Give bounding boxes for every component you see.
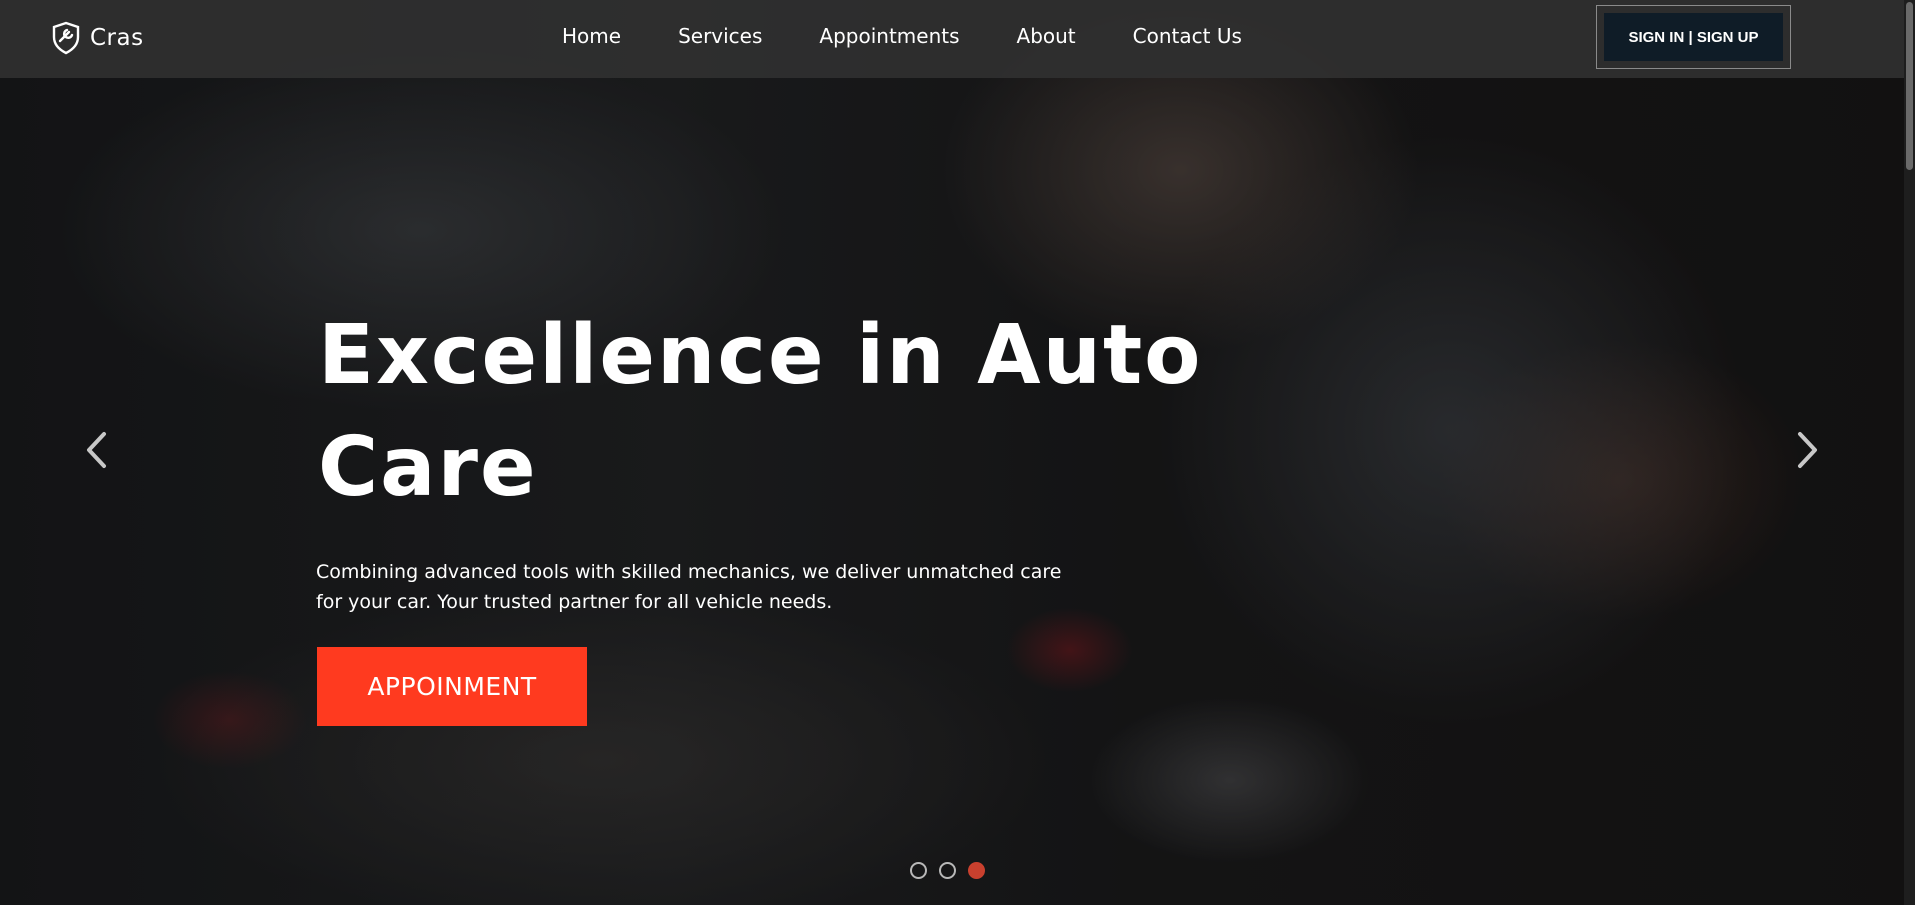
main-nav: Home Services Appointments About Contact… <box>562 24 1299 48</box>
chevron-right-icon <box>1798 432 1817 468</box>
top-navbar: Cras Home Services Appointments About Co… <box>0 0 1904 78</box>
nav-link-home[interactable]: Home <box>562 24 621 48</box>
nav-link-appointments[interactable]: Appointments <box>819 24 959 48</box>
page-scrollbar[interactable] <box>1904 0 1915 905</box>
brand-name: Cras <box>90 25 144 51</box>
nav-link-services[interactable]: Services <box>678 24 762 48</box>
carousel-dot-3[interactable] <box>968 862 985 879</box>
carousel-dot-2[interactable] <box>939 862 956 879</box>
carousel-dot-1[interactable] <box>910 862 927 879</box>
carousel-next-button[interactable] <box>1788 425 1828 475</box>
hero-headline: Excellence in Auto Care <box>318 308 1203 515</box>
carousel-prev-button[interactable] <box>76 425 116 475</box>
nav-link-contact[interactable]: Contact Us <box>1133 24 1242 48</box>
chevron-left-icon <box>87 432 106 468</box>
brand-logo[interactable]: Cras <box>50 20 144 56</box>
shield-wrench-icon <box>52 21 80 55</box>
signin-signup-button[interactable]: SIGN IN | SIGN UP <box>1604 13 1783 61</box>
carousel-dots <box>910 862 985 879</box>
hero-subtext: Combining advanced tools with skilled me… <box>316 561 1062 613</box>
scrollbar-thumb[interactable] <box>1906 2 1913 170</box>
nav-link-about[interactable]: About <box>1017 24 1076 48</box>
appointment-button[interactable]: APPOINMENT <box>317 647 587 726</box>
signin-button-frame: SIGN IN | SIGN UP <box>1596 5 1791 69</box>
